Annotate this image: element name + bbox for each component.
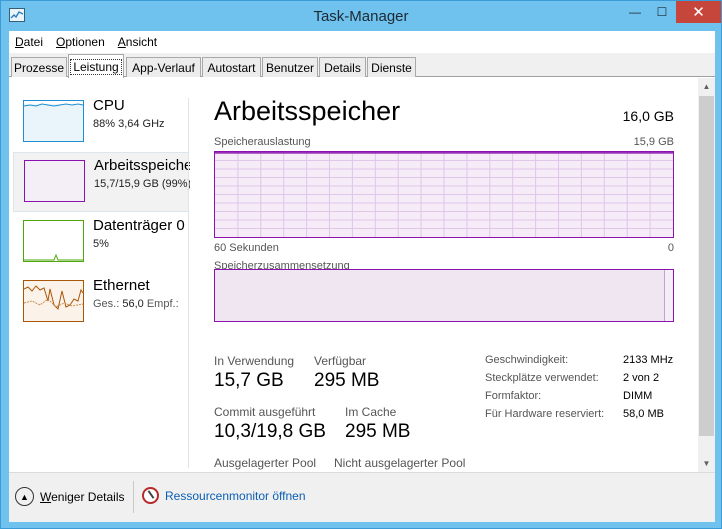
task-manager-window: Task-Manager — ☐ ✕ Datei Optionen Ansich… — [0, 0, 722, 529]
resource-list: CPU 88% 3,64 GHz Arbeitsspeicher 15,7/15… — [9, 78, 190, 472]
tab-strip: Prozesse Leistung App-Verlauf Autostart … — [9, 53, 715, 78]
usage-max-label: 15,9 GB — [633, 136, 674, 148]
memory-detail-pane: Arbeitsspeicher 16,0 GB Speicherauslastu… — [214, 78, 694, 472]
speed-value: 2133 MHz — [623, 354, 674, 366]
hardware-reserved-value: 58,0 MB — [623, 408, 664, 420]
resource-title: Arbeitsspeicher — [94, 157, 190, 174]
usage-grid — [215, 152, 673, 237]
performance-content: CPU 88% 3,64 GHz Arbeitsspeicher 15,7/15… — [9, 78, 715, 472]
speed-label: Geschwindigkeit: — [485, 354, 569, 366]
pane-divider — [188, 98, 189, 468]
committed-label: Commit ausgeführt — [214, 405, 316, 419]
menu-optionen[interactable]: Optionen — [56, 35, 105, 49]
committed-value: 10,3/19,8 GB — [214, 421, 326, 442]
footer-separator — [133, 481, 134, 513]
paged-pool-label: Ausgelagerter Pool — [214, 456, 317, 470]
nonpaged-pool-label: Nicht ausgelagerter Pool — [334, 456, 466, 470]
client-area: Datei Optionen Ansicht Prozesse Leistung… — [9, 31, 715, 522]
resource-monitor-label: Ressourcenmonitor öffnen — [165, 488, 306, 503]
resource-subtitle: Ges.: 56,0 Empf.: — [93, 298, 179, 310]
slots-label: Steckplätze verwendet: — [485, 372, 599, 384]
form-factor-label: Formfaktor: — [485, 390, 542, 402]
resource-subtitle: 15,7/15,9 GB (99%) — [94, 178, 190, 190]
scroll-down-icon[interactable]: ▼ — [698, 455, 715, 472]
title-bar[interactable]: Task-Manager — ☐ ✕ — [1, 1, 721, 31]
page-title: Arbeitsspeicher — [214, 96, 401, 126]
memory-total: 16,0 GB — [622, 108, 674, 124]
cpu-thumbnail-graph — [23, 100, 84, 142]
maximize-button[interactable]: ☐ — [649, 1, 675, 23]
vertical-scrollbar[interactable]: ▲ ▼ — [698, 78, 715, 472]
tab-app-verlauf[interactable]: App-Verlauf — [126, 57, 201, 77]
less-details-label: Weniger Details — [40, 489, 125, 504]
resource-item-ethernet[interactable]: Ethernet Ges.: 56,0 Empf.: — [13, 273, 189, 333]
disk-thumbnail-graph — [23, 220, 84, 262]
close-button[interactable]: ✕ — [676, 1, 721, 23]
cached-label: Im Cache — [345, 405, 397, 419]
resource-item-memory[interactable]: Arbeitsspeicher 15,7/15,9 GB (99%) — [13, 152, 190, 212]
time-left-label: 60 Sekunden — [214, 242, 279, 254]
tab-benutzer[interactable]: Benutzer — [262, 57, 318, 77]
memory-thumbnail-graph — [24, 160, 85, 202]
tab-prozesse[interactable]: Prozesse — [11, 57, 67, 77]
open-resource-monitor-link[interactable]: Ressourcenmonitor öffnen — [142, 487, 306, 504]
hardware-reserved-label: Für Hardware reserviert: — [485, 408, 605, 420]
resource-title: Ethernet — [93, 277, 150, 294]
tab-details[interactable]: Details — [319, 57, 366, 77]
composition-in-use-bar — [215, 270, 666, 321]
less-details-button[interactable]: ▲ Weniger Details — [15, 487, 124, 506]
resource-title: CPU — [93, 97, 125, 114]
scroll-up-icon[interactable]: ▲ — [698, 78, 715, 95]
chevron-up-icon: ▲ — [15, 487, 34, 506]
resource-subtitle: 5% — [93, 238, 109, 250]
menu-ansicht[interactable]: Ansicht — [118, 35, 157, 49]
scroll-thumb[interactable] — [699, 96, 714, 436]
menu-datei[interactable]: Datei — [15, 35, 43, 49]
cached-value: 295 MB — [345, 421, 411, 442]
form-factor-value: DIMM — [623, 390, 653, 402]
resource-item-disk[interactable]: Datenträger 0 (C:) 5% — [13, 213, 189, 273]
in-use-label: In Verwendung — [214, 354, 295, 368]
memory-usage-graph — [214, 151, 674, 238]
window-title: Task-Manager — [313, 8, 409, 25]
resource-item-cpu[interactable]: CPU 88% 3,64 GHz — [13, 93, 189, 153]
in-use-value: 15,7 GB — [214, 370, 284, 391]
footer-bar: ▲ Weniger Details Ressourcenmonitor öffn… — [9, 472, 715, 522]
available-label: Verfügbar — [314, 354, 367, 368]
slots-value: 2 von 2 — [623, 372, 660, 384]
ethernet-thumbnail-graph — [23, 280, 84, 322]
tab-autostart[interactable]: Autostart — [202, 57, 261, 77]
minimize-button[interactable]: — — [622, 1, 648, 23]
tab-leistung[interactable]: Leistung — [68, 54, 124, 78]
resource-title: Datenträger 0 (C:) — [93, 217, 189, 234]
memory-composition-graph — [214, 269, 674, 322]
menu-bar: Datei Optionen Ansicht — [9, 31, 715, 53]
resource-subtitle: 88% 3,64 GHz — [93, 118, 165, 130]
tab-dienste[interactable]: Dienste — [367, 57, 416, 77]
resource-monitor-icon — [142, 487, 159, 504]
available-value: 295 MB — [314, 370, 380, 391]
usage-label: Speicherauslastung — [214, 136, 311, 148]
time-right-label: 0 — [667, 242, 674, 254]
